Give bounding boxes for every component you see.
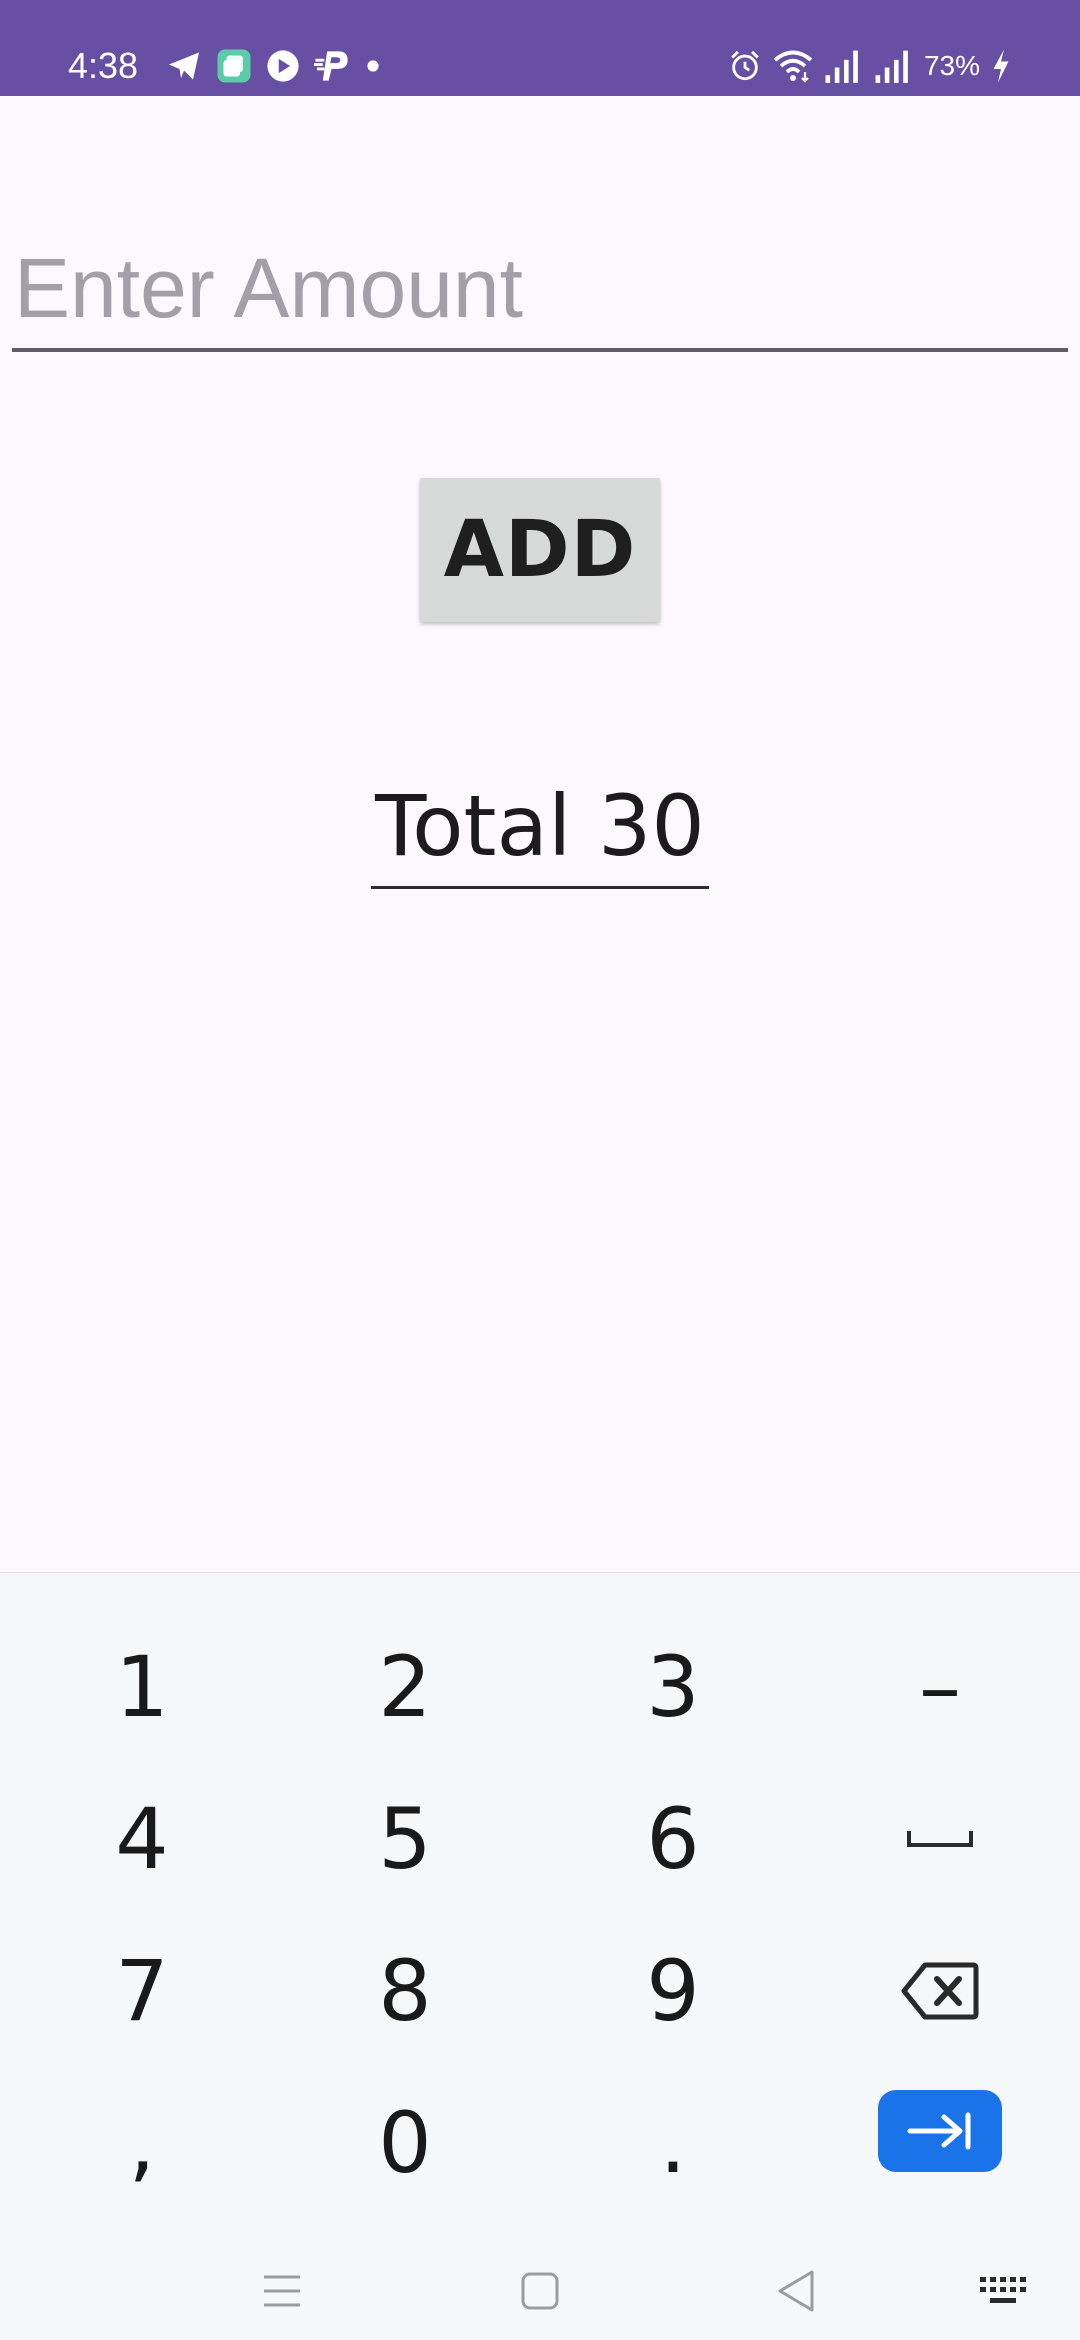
keyboard-switch-button[interactable] bbox=[964, 2251, 1044, 2331]
paypal-icon bbox=[314, 51, 348, 81]
wifi-icon bbox=[773, 50, 813, 83]
backspace-icon bbox=[901, 1962, 979, 2020]
total-container: Total 30 bbox=[0, 772, 1080, 889]
keyboard-icon bbox=[980, 2277, 1026, 2303]
numeric-keyboard: 1 2 3 – 4 5 6 7 8 9 , 0 . bbox=[0, 1572, 1080, 2340]
key-space[interactable] bbox=[840, 1769, 1040, 1909]
key-3[interactable]: 3 bbox=[573, 1617, 773, 1757]
key-period[interactable]: . bbox=[573, 2073, 773, 2213]
play-icon bbox=[267, 50, 299, 82]
home-icon bbox=[521, 2272, 559, 2310]
telegram-icon bbox=[169, 52, 199, 80]
menu-icon bbox=[264, 2275, 300, 2307]
dot-icon bbox=[367, 60, 379, 72]
key-8[interactable]: 8 bbox=[305, 1921, 505, 2061]
signal-icon bbox=[875, 50, 908, 83]
key-1[interactable]: 1 bbox=[42, 1617, 242, 1757]
back-icon bbox=[778, 2270, 814, 2312]
alarm-icon bbox=[731, 50, 759, 81]
charging-icon bbox=[993, 49, 1009, 83]
notification-icons bbox=[166, 46, 380, 86]
status-time: 4:38 bbox=[68, 45, 139, 86]
battery-percent: 73% bbox=[923, 50, 980, 81]
next-icon bbox=[907, 2112, 971, 2150]
key-0[interactable]: 0 bbox=[305, 2073, 505, 2213]
back-button[interactable] bbox=[756, 2251, 836, 2331]
amount-input[interactable] bbox=[12, 222, 1068, 348]
key-6[interactable]: 6 bbox=[573, 1769, 773, 1909]
status-bar: 4:38 73% bbox=[0, 0, 1080, 96]
add-button[interactable]: ADD bbox=[420, 478, 660, 622]
key-7[interactable]: 7 bbox=[42, 1921, 242, 2061]
key-2[interactable]: 2 bbox=[305, 1617, 505, 1757]
amount-field[interactable] bbox=[12, 222, 1068, 352]
system-icons: 73% bbox=[728, 46, 1012, 86]
next-button[interactable] bbox=[878, 2090, 1002, 2172]
key-comma[interactable]: , bbox=[42, 2073, 242, 2213]
key-4[interactable]: 4 bbox=[42, 1769, 242, 1909]
app-icon bbox=[217, 49, 251, 83]
key-minus[interactable]: – bbox=[840, 1617, 1040, 1757]
home-button[interactable] bbox=[500, 2251, 580, 2331]
key-backspace[interactable] bbox=[840, 1921, 1040, 2061]
navigation-bar bbox=[0, 2233, 1080, 2340]
key-5[interactable]: 5 bbox=[305, 1769, 505, 1909]
key-9[interactable]: 9 bbox=[573, 1921, 773, 2061]
total-text: Total 30 bbox=[371, 772, 709, 889]
recents-button[interactable] bbox=[242, 2251, 322, 2331]
space-icon bbox=[907, 1831, 973, 1847]
signal-icon bbox=[825, 50, 858, 83]
